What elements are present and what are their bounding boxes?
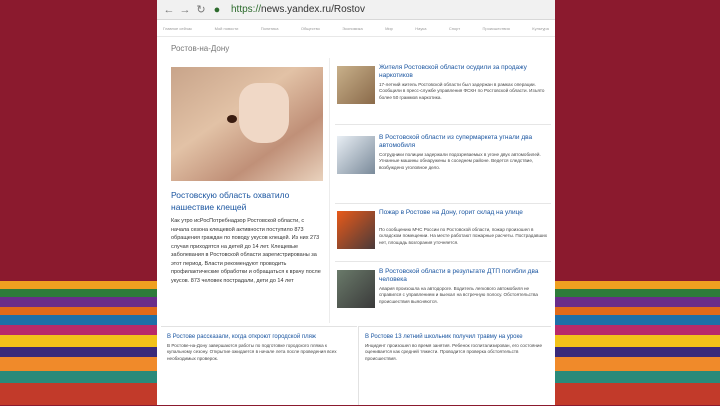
nav-item[interactable]: Наука xyxy=(415,26,426,31)
news-title[interactable]: Жителя Ростовской области осудили за про… xyxy=(379,64,549,80)
bottom-news-text: В Ростове-на-Дону завершаются работы по … xyxy=(167,343,337,361)
lock-icon: ● xyxy=(213,3,221,16)
nav-item[interactable]: Мир xyxy=(385,26,393,31)
address-bar[interactable]: ← → ↻ ● https://news.yandex.ru/Rostov xyxy=(157,0,555,20)
news-title[interactable]: В Ростовской области из супермаркета угн… xyxy=(379,134,549,150)
bottom-news-right[interactable]: В Ростове 13 летний школьник получил тра… xyxy=(359,326,551,406)
reload-icon[interactable]: ↻ xyxy=(195,4,207,16)
news-title[interactable]: В Ростовской области в результате ДТП по… xyxy=(379,268,549,284)
news-text: 17-летний житель Ростовской области был … xyxy=(379,82,545,100)
nav-item[interactable]: Общество xyxy=(301,26,320,31)
news-photo[interactable] xyxy=(337,270,375,308)
bottom-news-text: Инцидент произошел во время занятия. Реб… xyxy=(365,343,543,361)
nav-item[interactable]: Политика xyxy=(261,26,279,31)
item-separator xyxy=(335,124,551,125)
back-arrow-icon[interactable]: ← xyxy=(163,4,175,16)
main-story-text: Как утро исРосПотребнадзор Ростовской об… xyxy=(171,218,321,284)
news-text: Сотрудники полиции задержали подозреваем… xyxy=(379,152,541,170)
item-separator xyxy=(335,203,551,204)
forward-arrow-icon[interactable]: → xyxy=(179,4,191,16)
main-story-photo[interactable] xyxy=(171,67,323,181)
bottom-news-title[interactable]: В Ростове 13 летний школьник получил тра… xyxy=(359,327,551,343)
news-photo[interactable] xyxy=(337,211,375,249)
nav-item[interactable]: Мой новости xyxy=(215,26,239,31)
url-text[interactable]: https://news.yandex.ru/Rostov xyxy=(231,4,365,15)
bottom-news-title[interactable]: В Ростове рассказали, когда откроют горо… xyxy=(161,327,357,343)
browser-window: ← → ↻ ● https://news.yandex.ru/Rostov Гл… xyxy=(157,0,555,405)
nav-item[interactable]: Культура xyxy=(532,26,549,31)
item-separator xyxy=(335,261,551,262)
news-photo[interactable] xyxy=(337,66,375,104)
nav-item[interactable]: Происшествия xyxy=(482,26,509,31)
news-text: По сообщению МЧС России по Ростовской об… xyxy=(379,227,547,245)
main-story-title[interactable]: Ростовскую область охватило нашествие кл… xyxy=(171,189,321,213)
thumb-shape xyxy=(239,83,289,143)
news-photo[interactable] xyxy=(337,136,375,174)
section-nav: Главное сейчас Мой новости Политика Обще… xyxy=(157,20,555,37)
nav-item[interactable]: Экономика xyxy=(342,26,362,31)
nav-item[interactable]: Главное сейчас xyxy=(163,26,192,31)
news-text: Авария произошла на автодороге. Водитель… xyxy=(379,286,538,304)
tick-insect xyxy=(227,115,237,123)
decorative-stripes-left xyxy=(0,0,157,405)
bottom-news-left[interactable]: В Ростове рассказали, когда откроют горо… xyxy=(161,326,357,406)
news-title[interactable]: Пожар в Ростове на Дону, горит склад на … xyxy=(379,209,549,217)
decorative-stripes-right xyxy=(555,0,720,405)
region-title: Ростов-на-Дону xyxy=(171,44,230,53)
nav-item[interactable]: Спорт xyxy=(449,26,460,31)
column-divider xyxy=(329,58,330,323)
